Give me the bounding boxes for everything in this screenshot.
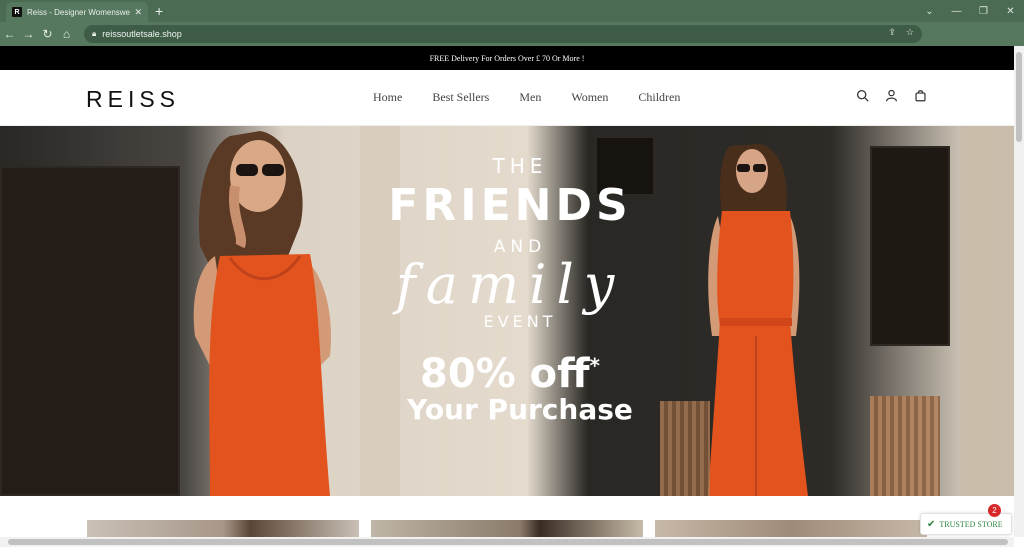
browser-tab-bar: R Reiss - Designer Womenswear, I ✕ + ⌄ —… bbox=[0, 0, 1024, 22]
share-icon[interactable]: ⇪ bbox=[888, 27, 896, 38]
background-window bbox=[870, 146, 950, 346]
close-window-icon[interactable]: ✕ bbox=[997, 6, 1024, 17]
product-thumbnails bbox=[0, 520, 1014, 537]
menu-item-women[interactable]: Women bbox=[571, 90, 608, 105]
vertical-scrollbar-thumb[interactable] bbox=[1016, 52, 1022, 142]
bag-icon[interactable] bbox=[914, 89, 927, 102]
site-logo[interactable]: REISS bbox=[86, 86, 180, 113]
back-icon[interactable]: ← bbox=[0, 27, 19, 41]
hero-friends: FRIENDS bbox=[388, 180, 632, 231]
page-viewport: FREE Delivery For Orders Over £ 70 Or Mo… bbox=[0, 46, 1014, 537]
menu-item-men[interactable]: Men bbox=[519, 90, 541, 105]
header-icons bbox=[856, 89, 927, 102]
restore-icon[interactable]: ❐ bbox=[970, 6, 997, 17]
site-header: REISS Home Best Sellers Men Women Childr… bbox=[0, 70, 1014, 126]
menu-item-best-sellers[interactable]: Best Sellers bbox=[432, 90, 489, 105]
close-tab-icon[interactable]: ✕ bbox=[134, 7, 142, 18]
shield-check-icon: ✔ bbox=[927, 518, 936, 530]
hero-the: THE bbox=[492, 154, 548, 178]
address-bar-row: ← → ↻ ⌂ 🔒︎ reissoutletsale.shop ⇪ ☆ ✣ ⚗ … bbox=[0, 22, 1024, 63]
hero-headline: THE FRIENDS AND family EVENT 80% off* Yo… bbox=[360, 154, 660, 426]
omnibox[interactable]: 🔒︎ reissoutletsale.shop ⇪ ☆ bbox=[84, 25, 922, 43]
minimize-icon[interactable]: — bbox=[943, 6, 970, 17]
hero-offer-asterisk: * bbox=[589, 353, 601, 378]
menu-item-children[interactable]: Children bbox=[638, 90, 680, 105]
product-card-image[interactable] bbox=[655, 520, 927, 537]
menu-item-home[interactable]: Home bbox=[373, 90, 402, 105]
model-left-image bbox=[193, 131, 331, 496]
cafe-chair bbox=[870, 396, 940, 496]
model-right-image bbox=[708, 144, 808, 496]
reiss-favicon-icon: R bbox=[12, 7, 22, 17]
forward-icon[interactable]: → bbox=[19, 27, 38, 41]
trusted-store-badge[interactable]: ✔ TRUSTED STORE 2 bbox=[920, 504, 1012, 535]
browser-tab[interactable]: R Reiss - Designer Womenswear, I ✕ bbox=[6, 2, 148, 22]
horizontal-scrollbar-thumb[interactable] bbox=[8, 539, 1008, 545]
hero-offer: 80% off* bbox=[360, 351, 660, 397]
search-icon[interactable] bbox=[856, 89, 869, 102]
background-column bbox=[960, 126, 1014, 496]
hero-banner[interactable]: THE FRIENDS AND family EVENT 80% off* Yo… bbox=[0, 126, 1014, 496]
main-menu: Home Best Sellers Men Women Children bbox=[373, 90, 680, 105]
product-card-image[interactable] bbox=[371, 520, 643, 537]
promo-bar: FREE Delivery For Orders Over £ 70 Or Mo… bbox=[0, 46, 1014, 70]
reload-icon[interactable]: ↻ bbox=[38, 27, 57, 41]
tab-search-icon[interactable]: ⌄ bbox=[916, 6, 943, 17]
notification-badge[interactable]: 2 bbox=[988, 504, 1001, 517]
account-icon[interactable] bbox=[885, 89, 898, 102]
trusted-store-label: TRUSTED STORE bbox=[939, 519, 1003, 529]
background-window bbox=[0, 166, 180, 496]
new-tab-icon[interactable]: + bbox=[155, 3, 163, 19]
horizontal-scrollbar[interactable] bbox=[0, 537, 1014, 547]
lock-icon[interactable]: 🔒︎ bbox=[92, 29, 96, 39]
product-card-image[interactable] bbox=[87, 520, 359, 537]
cafe-chair bbox=[660, 401, 710, 496]
url-text[interactable]: reissoutletsale.shop bbox=[102, 29, 182, 39]
home-icon[interactable]: ⌂ bbox=[57, 27, 76, 41]
tab-title: Reiss - Designer Womenswear, I bbox=[27, 7, 130, 17]
vertical-scrollbar[interactable] bbox=[1014, 46, 1024, 537]
window-controls: ⌄ — ❐ ✕ bbox=[916, 0, 1024, 22]
hero-offer-value: 80% off bbox=[419, 351, 590, 397]
bookmark-star-icon[interactable]: ☆ bbox=[906, 27, 914, 38]
hero-purchase: Your Purchase bbox=[407, 393, 633, 426]
hero-family: family bbox=[395, 253, 625, 316]
